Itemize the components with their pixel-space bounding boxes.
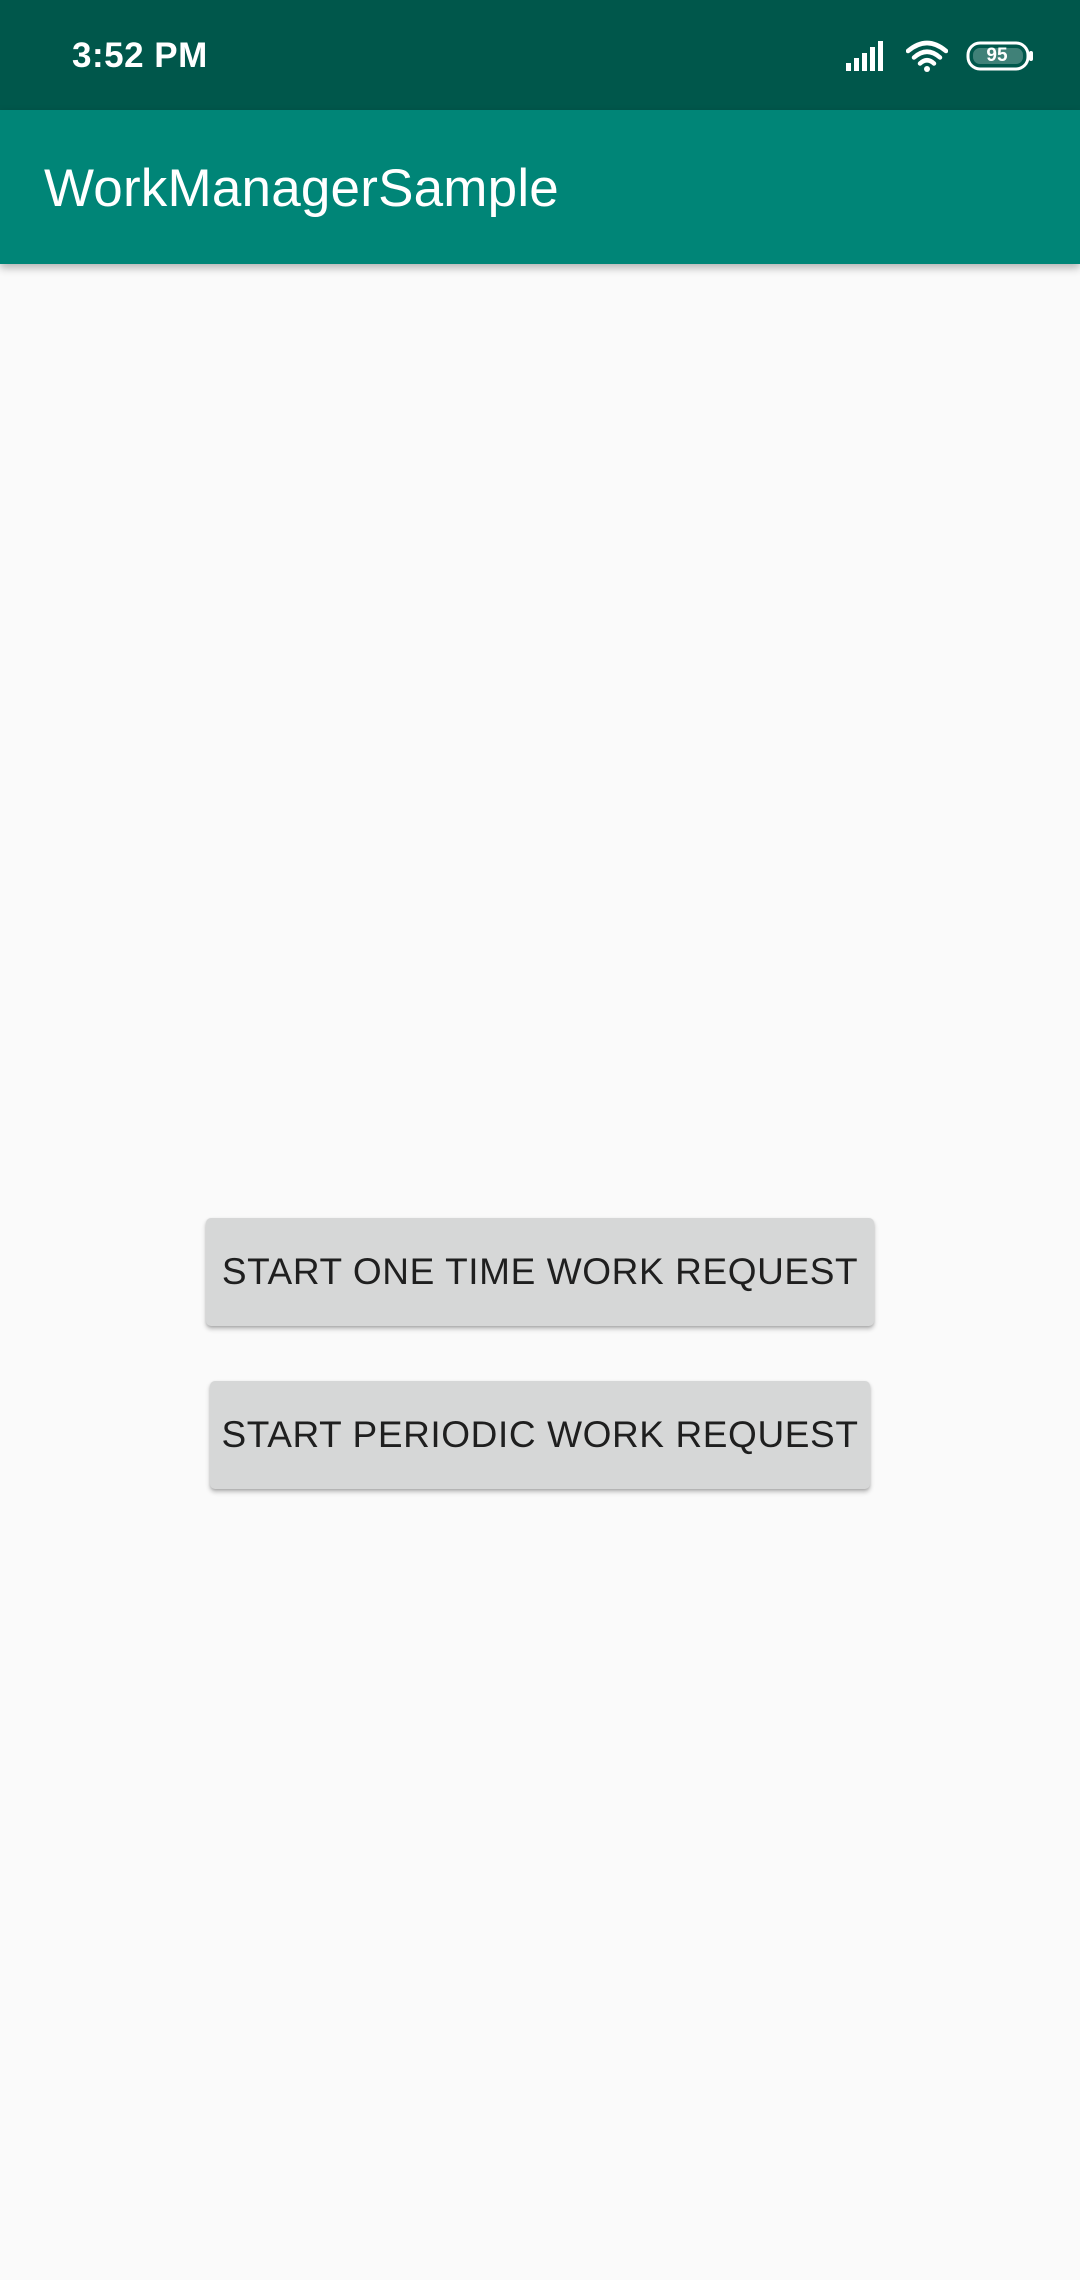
wifi-icon (906, 40, 948, 72)
start-periodic-work-request-button[interactable]: START PERIODIC WORK REQUEST (210, 1381, 870, 1489)
status-icons: 95 (846, 40, 1034, 72)
app-bar: WorkManagerSample (0, 110, 1080, 264)
start-one-time-work-request-button[interactable]: START ONE TIME WORK REQUEST (206, 1218, 874, 1326)
app-title: WorkManagerSample (44, 159, 559, 218)
battery-level: 95 (986, 45, 1008, 66)
cellular-signal-icon (846, 41, 888, 71)
status-time: 3:52 PM (72, 36, 208, 75)
status-bar: 3:52 PM 95 (0, 0, 1080, 110)
battery-icon: 95 (966, 41, 1034, 71)
main-content: START ONE TIME WORK REQUEST START PERIOD… (0, 264, 1080, 2280)
